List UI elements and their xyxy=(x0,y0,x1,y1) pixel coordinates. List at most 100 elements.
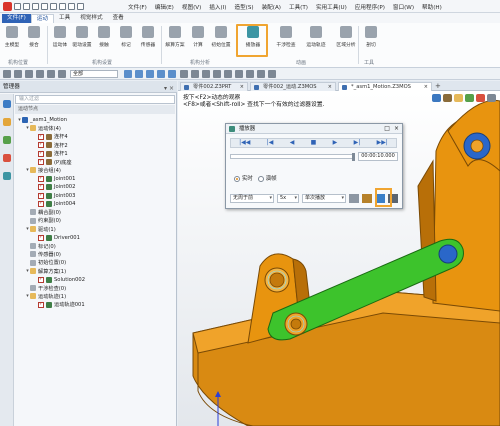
tree-node[interactable]: 干涉检查(0) xyxy=(25,284,66,292)
tree-node[interactable]: ▾ 运动体(4) xyxy=(25,124,61,132)
tree-node[interactable]: 运动轨迹001 xyxy=(33,301,85,309)
tree-node[interactable]: Joint001 xyxy=(33,175,75,183)
time-slider[interactable] xyxy=(230,153,355,161)
node-checkbox[interactable] xyxy=(38,158,44,165)
tree-node[interactable]: 标记(0) xyxy=(25,242,56,250)
compute-button[interactable]: 计算 xyxy=(189,26,207,48)
menu-item-edit[interactable]: 编辑(E) xyxy=(155,3,174,11)
edit-icon[interactable] xyxy=(349,194,359,203)
save-icon[interactable] xyxy=(32,2,39,10)
playback-mode-select[interactable]: 单次播放 xyxy=(302,194,346,203)
radio-realtime-button[interactable] xyxy=(234,175,240,182)
stop-icon[interactable]: ■ xyxy=(311,140,317,146)
tree-node[interactable]: 约束副(0) xyxy=(25,217,61,225)
paste-icon[interactable] xyxy=(77,2,84,10)
skip-to-end-icon[interactable]: ▶▶| xyxy=(377,140,388,146)
step-forward-icon[interactable]: ▶| xyxy=(354,140,361,146)
menu-item-view[interactable]: 视图(V) xyxy=(182,3,201,11)
menu-item-insert[interactable]: 插入(I) xyxy=(209,3,226,11)
marker-button[interactable]: 标记 xyxy=(117,26,135,48)
tree-node[interactable]: 耦合副(0) xyxy=(25,208,61,216)
history-icon[interactable] xyxy=(3,100,11,108)
menu-item-utilities[interactable]: 实用工具(U) xyxy=(316,3,347,11)
filter-select[interactable]: 全部 xyxy=(70,70,118,78)
view-cube-icon[interactable] xyxy=(432,94,441,102)
tab-file[interactable]: 文件(F) xyxy=(2,14,31,23)
light-icon[interactable] xyxy=(213,70,221,78)
camera-icon[interactable] xyxy=(202,70,210,78)
layer-icon[interactable] xyxy=(235,70,243,78)
main-model-button[interactable]: 主模型 xyxy=(3,26,21,48)
tab-tools[interactable]: 工具 xyxy=(54,14,75,23)
joint-button[interactable]: 接合 xyxy=(25,26,43,48)
tree-node[interactable]: (P)底座 xyxy=(33,158,72,166)
tree-node[interactable]: ▾ 解算方案(1) xyxy=(25,267,66,275)
node-checkbox[interactable] xyxy=(38,141,44,149)
motion-manager-icon[interactable] xyxy=(3,154,11,162)
render-mode-icon[interactable] xyxy=(476,94,485,102)
list-icon[interactable] xyxy=(58,70,66,78)
node-checkbox[interactable] xyxy=(38,276,44,283)
redo-icon[interactable] xyxy=(50,2,57,10)
sensor-button[interactable]: 传感器 xyxy=(139,26,157,48)
measure-icon[interactable] xyxy=(246,70,254,78)
contact-button[interactable]: 接触 xyxy=(95,26,113,48)
menu-item-apps[interactable]: 应用程序(P) xyxy=(355,3,385,11)
right-joint-blue[interactable] xyxy=(438,244,458,264)
menu-item-file[interactable]: 文件(F) xyxy=(128,3,147,11)
edge-icon[interactable] xyxy=(146,70,154,78)
doc-tab-asm-motion[interactable]: *_asm1_Motion.Z3MOS × xyxy=(338,82,432,91)
solution-button[interactable]: 解算方案 xyxy=(165,26,185,48)
point-icon[interactable] xyxy=(135,70,143,78)
grid-icon[interactable] xyxy=(180,70,188,78)
appearance-icon[interactable] xyxy=(454,94,463,102)
restore-icon[interactable]: □ xyxy=(384,124,390,134)
more-icon[interactable] xyxy=(268,70,276,78)
node-checkbox[interactable] xyxy=(38,192,44,199)
tree-node[interactable]: Joint003 xyxy=(33,192,75,200)
cut-icon[interactable] xyxy=(59,2,66,10)
slider-thumb[interactable] xyxy=(352,153,355,161)
motion-trajectory-button[interactable]: 运动轨迹 xyxy=(306,26,326,48)
node-checkbox[interactable] xyxy=(38,234,44,241)
menu-item-tools[interactable]: 工具(T) xyxy=(289,3,308,11)
section-button[interactable]: 剖切 xyxy=(362,26,380,48)
cursor-icon[interactable] xyxy=(25,70,33,78)
skip-to-start-icon[interactable]: |◀◀ xyxy=(239,140,250,146)
node-checkbox[interactable] xyxy=(38,183,44,191)
new-tab-icon[interactable]: + xyxy=(435,82,441,90)
region-analysis-button[interactable]: 区域分析 xyxy=(336,26,356,48)
assembly-icon[interactable] xyxy=(3,118,11,126)
radio-snapshot[interactable]: 演帧 xyxy=(257,174,277,182)
node-checkbox[interactable] xyxy=(38,301,44,308)
view-manager-icon[interactable] xyxy=(3,136,11,144)
tree-node[interactable]: ▾ 运动轨迹(1) xyxy=(25,292,66,300)
node-checkbox[interactable] xyxy=(38,200,44,207)
tree-node[interactable]: ▾ 驱动(1) xyxy=(25,225,56,233)
settings-icon[interactable] xyxy=(257,70,265,78)
step-back-icon[interactable]: |◀ xyxy=(267,140,274,146)
close-icon[interactable]: × xyxy=(394,124,399,134)
tree-node[interactable]: Solution002 xyxy=(33,276,85,284)
select-icon[interactable] xyxy=(14,70,22,78)
tree-node[interactable]: 传感器(0) xyxy=(25,250,61,258)
menu-item-shape[interactable]: 造型(S) xyxy=(234,3,253,11)
tree-node[interactable]: Driver001 xyxy=(33,234,80,242)
tree-node[interactable]: 连杆2 xyxy=(33,141,68,149)
tree-node[interactable]: ▾ _asm1_Motion xyxy=(17,116,67,124)
filter-options-icon[interactable] xyxy=(47,70,55,78)
face-icon[interactable] xyxy=(157,70,165,78)
display-mode-icon[interactable] xyxy=(443,94,452,102)
menu-item-help[interactable]: 帮助(H) xyxy=(422,3,442,11)
tree-node[interactable]: Joint004 xyxy=(33,200,75,208)
node-checkbox[interactable] xyxy=(38,133,44,140)
node-checkbox[interactable] xyxy=(38,175,44,182)
new-file-icon[interactable] xyxy=(14,2,21,10)
play-reverse-icon[interactable]: ◀ xyxy=(290,140,295,146)
loop-select[interactable]: 无周于前 xyxy=(230,194,274,203)
view-settings-icon[interactable] xyxy=(487,94,496,102)
tab-motion[interactable]: 运动 xyxy=(30,14,54,23)
body-icon[interactable] xyxy=(168,70,176,78)
pick-icon[interactable] xyxy=(36,70,44,78)
render-icon[interactable] xyxy=(224,70,232,78)
